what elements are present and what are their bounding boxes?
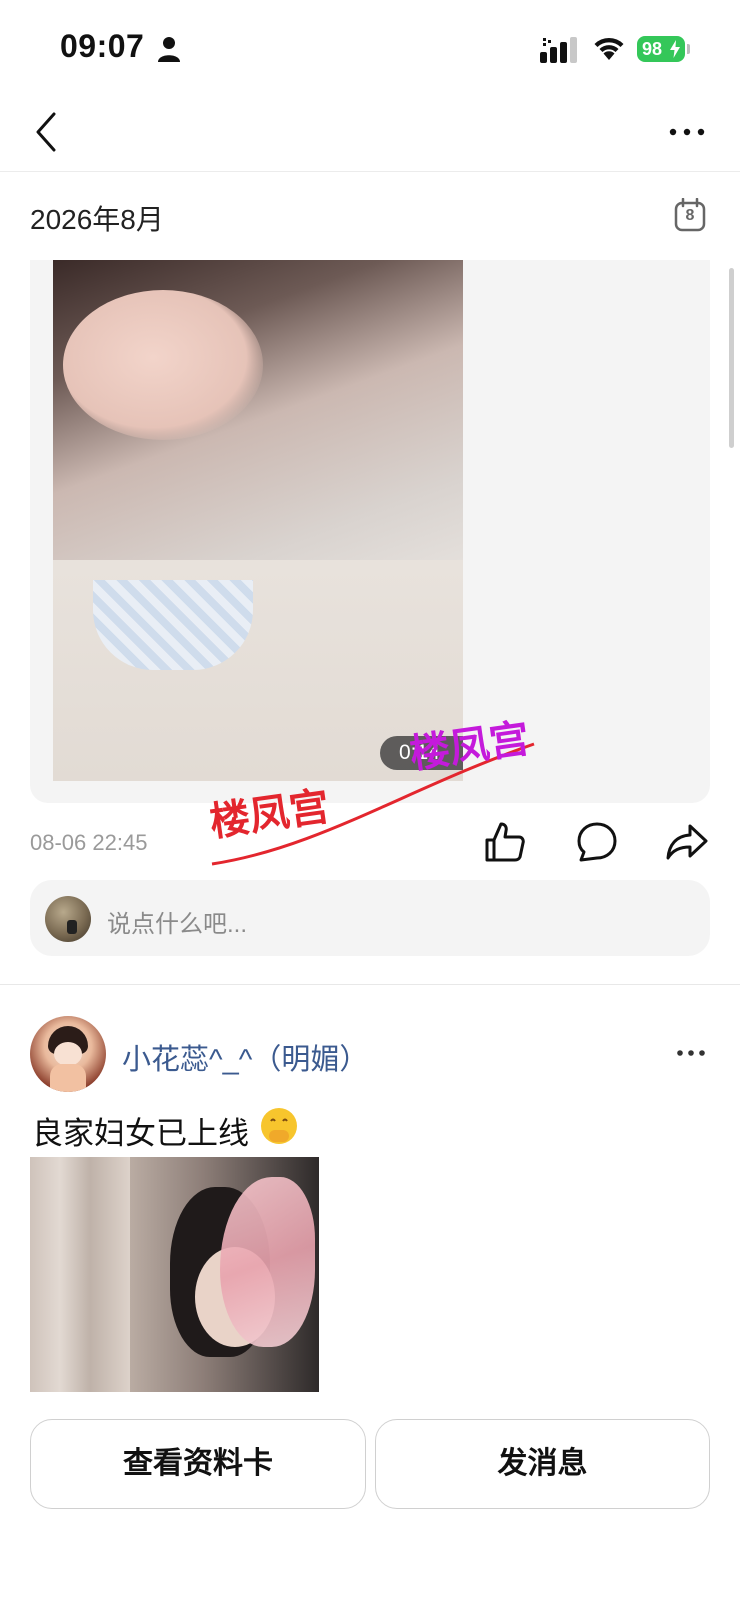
post-text: 良家妇女已上线: [32, 1116, 249, 1151]
image-wall: [30, 1157, 130, 1392]
person-icon: [158, 37, 180, 62]
status-time: 09:07: [60, 28, 145, 64]
more-horizontal-icon[interactable]: [668, 126, 706, 138]
post-image[interactable]: [30, 1157, 319, 1392]
month-title: 2026年8月: [30, 204, 164, 235]
emoji-hand-over-mouth-icon: [261, 1108, 297, 1144]
post-timestamp: 08-06 22:45: [30, 830, 148, 855]
post-more-icon[interactable]: [676, 1048, 706, 1058]
comment-placeholder: 说点什么吧...: [107, 911, 248, 938]
like-icon[interactable]: [483, 820, 527, 864]
avatar-cat: [67, 920, 77, 934]
thumbnail-collar: [93, 580, 253, 670]
battery-level: 98: [642, 39, 663, 59]
view-profile-button[interactable]: 查看资料卡: [30, 1419, 366, 1509]
nav-bar: [0, 96, 740, 172]
avatar-face: [54, 1042, 82, 1066]
post-divider: [0, 984, 740, 985]
comment-input[interactable]: 说点什么吧...: [30, 880, 710, 956]
chevron-left-icon[interactable]: [32, 110, 62, 154]
status-bar: 09:07 98: [0, 0, 740, 96]
svg-text:楼凤宫: 楼凤宫: [407, 716, 532, 778]
calendar-day: 8: [685, 207, 695, 224]
thumbnail-face: [63, 290, 263, 440]
battery-indicator: 98: [637, 36, 685, 62]
scroll-indicator[interactable]: [729, 268, 734, 448]
author-name[interactable]: 小花蕊^_^（明媚）: [122, 1036, 368, 1078]
avatar-dress: [50, 1064, 86, 1092]
share-icon[interactable]: [665, 820, 709, 864]
battery-tip: [687, 44, 690, 54]
bolt-icon: [670, 40, 680, 58]
wifi-icon: [594, 37, 624, 60]
calendar-icon[interactable]: 8: [674, 197, 706, 232]
comment-icon[interactable]: [575, 820, 619, 864]
send-message-button[interactable]: 发消息: [375, 1419, 710, 1509]
author-avatar[interactable]: [30, 1016, 106, 1092]
video-thumbnail[interactable]: 0:14: [53, 260, 463, 781]
signal-icon: [540, 37, 577, 63]
user-avatar: [45, 896, 91, 942]
